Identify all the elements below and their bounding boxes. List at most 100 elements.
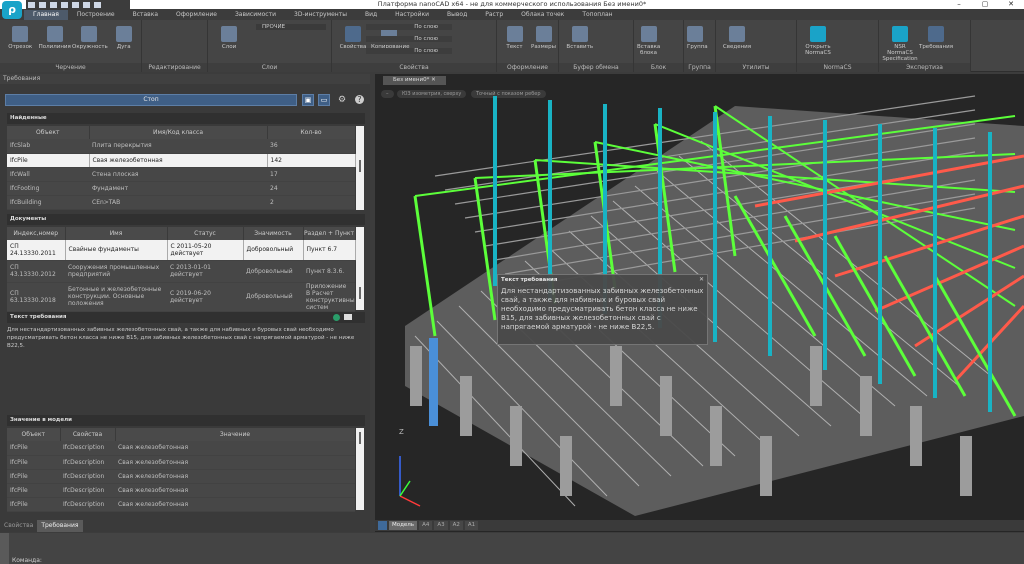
table-row[interactable]: IfcBuilding CEn>TAB 2: [7, 195, 355, 210]
document-tab[interactable]: Без имени0* ✕: [383, 76, 446, 85]
help-icon[interactable]: ?: [355, 95, 364, 104]
button-label: Дуга: [116, 44, 131, 50]
ribbon-tab[interactable]: Зависимости: [226, 10, 285, 20]
table-row[interactable]: IfcPile IfcDescription Свая железобетонная: [7, 483, 355, 498]
column-header[interactable]: Кол-во: [267, 126, 356, 139]
ribbon-button[interactable]: Вставка блока: [637, 26, 660, 56]
layout-tab[interactable]: A2: [449, 521, 463, 530]
table-row[interactable]: IfcFooting Фундамент 24: [7, 181, 355, 196]
ribbon-tab[interactable]: Топоплан: [573, 10, 621, 20]
ribbon-tab[interactable]: Вид: [356, 10, 386, 20]
table-row[interactable]: СП 24.13330.2011 Свайные фундаменты С 2011…: [7, 240, 356, 261]
ribbon-button[interactable]: Требования: [918, 26, 954, 50]
app-logo[interactable]: ρ: [2, 1, 22, 19]
ribbon-tab[interactable]: Настройки: [386, 10, 438, 20]
new-file-icon[interactable]: [28, 1, 35, 8]
property-select[interactable]: По слою: [366, 48, 452, 54]
ribbon-group: Слои Слои ПРОЧИЕ: [208, 20, 332, 72]
scrollbar[interactable]: [356, 126, 364, 210]
column-header[interactable]: Имя: [65, 227, 168, 240]
property-select[interactable]: По слою: [366, 24, 452, 30]
gear-icon[interactable]: ⚙: [338, 95, 346, 105]
ribbon-button[interactable]: Группа: [687, 26, 708, 50]
copy-icon[interactable]: [344, 314, 352, 320]
ribbon-button[interactable]: Слои: [211, 26, 247, 50]
found-section-header[interactable]: Найденные: [7, 113, 365, 124]
tab-properties[interactable]: Свойства: [0, 520, 37, 532]
close-tab-icon[interactable]: ✕: [431, 77, 436, 83]
model-values-table: Объект Свойства Значение IfcPile IfcDescript…: [7, 428, 356, 512]
table-row[interactable]: IfcPile IfcDescription Свая железобетонная: [7, 455, 355, 470]
ribbon-button[interactable]: Размеры: [529, 26, 558, 50]
layout-tab[interactable]: A4: [419, 521, 433, 530]
ribbon-button[interactable]: Открыть NormaCS: [800, 26, 836, 56]
ribbon-button[interactable]: NSR NormaCS Specification: [882, 26, 918, 62]
export-icon[interactable]: ▣: [302, 94, 314, 106]
fit-icon[interactable]: ▭: [318, 94, 330, 106]
maximize-button[interactable]: ▢: [972, 0, 998, 9]
layout-menu-icon[interactable]: [378, 521, 387, 530]
column-header[interactable]: Статус: [167, 227, 244, 240]
table-cell: Свая железобетонная: [115, 441, 355, 456]
save-as-icon[interactable]: [61, 1, 68, 8]
undo-icon[interactable]: [72, 1, 79, 8]
requirement-text-header[interactable]: Текст требования: [7, 312, 365, 323]
ribbon-button[interactable]: Окружность: [72, 26, 108, 50]
column-header[interactable]: Значимость: [243, 227, 304, 240]
stop-button[interactable]: Стоп: [5, 94, 297, 106]
model-values-header[interactable]: Значение в модели: [7, 415, 365, 426]
ribbon-button[interactable]: Текст: [500, 26, 529, 50]
group-label: NormaCS: [797, 63, 878, 72]
layout-tab[interactable]: A3: [434, 521, 448, 530]
table-row[interactable]: СП 63.13330.2018 Бетонные и железобетонны…: [7, 282, 355, 312]
tab-requirements[interactable]: Требования: [37, 520, 83, 532]
ribbon-button[interactable]: Дуга: [107, 26, 142, 50]
column-header[interactable]: Свойства: [60, 428, 116, 441]
property-select[interactable]: По слою: [366, 36, 452, 42]
documents-section-header[interactable]: Документы: [7, 214, 365, 225]
ribbon-tab[interactable]: Оформление: [167, 10, 226, 20]
table-row[interactable]: СП 43.13330.2012 Сооружения промышленных …: [7, 260, 355, 283]
table-row[interactable]: IfcPile IfcDescription Свая железобетонная: [7, 497, 355, 512]
column-header[interactable]: Значение: [115, 428, 356, 441]
tool-icon: [928, 26, 944, 42]
ribbon-tab[interactable]: Вставка: [124, 10, 167, 20]
table-cell: С 2011-05-20 действует: [167, 240, 244, 261]
layout-tab[interactable]: A1: [464, 521, 479, 530]
table-row[interactable]: IfcPile Свая железобетонная 142: [7, 153, 356, 168]
column-header[interactable]: Раздел + Пункт: [303, 227, 356, 240]
ribbon-button[interactable]: Отрезок: [3, 26, 38, 50]
tool-icon: [46, 26, 63, 42]
ribbon-tab[interactable]: Вывод: [438, 10, 476, 20]
close-button[interactable]: ✕: [998, 0, 1024, 9]
ribbon-button[interactable]: Сведения: [719, 26, 755, 50]
table-row[interactable]: IfcPile IfcDescription Свая железобетонная: [7, 469, 355, 484]
layer-select[interactable]: ПРОЧИЕ: [256, 24, 326, 30]
close-icon[interactable]: ✕: [699, 276, 704, 283]
layout-tab[interactable]: Модель: [389, 521, 418, 530]
minimize-button[interactable]: –: [946, 0, 972, 9]
table-row[interactable]: IfcPile IfcDescription Свая железобетонная: [7, 441, 355, 456]
redo-icon[interactable]: [83, 1, 90, 8]
ribbon-button[interactable]: Полилиния: [38, 26, 73, 50]
scrollbar[interactable]: [356, 227, 364, 310]
print-icon[interactable]: [94, 1, 101, 8]
column-header[interactable]: Объект: [7, 126, 90, 139]
command-panel-handle[interactable]: [0, 533, 9, 564]
status-icon[interactable]: [333, 314, 340, 321]
open-icon[interactable]: [39, 1, 46, 8]
table-row[interactable]: IfcSlab Плита перекрытия 36: [7, 139, 355, 154]
ribbon-button[interactable]: Вставить: [562, 26, 598, 50]
ribbon-tab[interactable]: Построение: [68, 10, 124, 20]
ribbon-tab[interactable]: Облака точек: [512, 10, 573, 20]
ribbon-tab[interactable]: Главная: [24, 10, 68, 20]
column-header[interactable]: Объект: [7, 428, 61, 441]
scrollbar[interactable]: [356, 428, 364, 510]
table-row[interactable]: IfcWall Стена плоская 17: [7, 167, 355, 182]
table-cell: Добровольный: [243, 260, 303, 283]
column-header[interactable]: Имя/Код класса: [89, 126, 268, 139]
ribbon-tab[interactable]: Растр: [476, 10, 512, 20]
save-icon[interactable]: [50, 1, 57, 8]
ribbon-tab[interactable]: 3D-инструменты: [285, 10, 356, 20]
column-header[interactable]: Индекс,номер: [7, 227, 66, 240]
